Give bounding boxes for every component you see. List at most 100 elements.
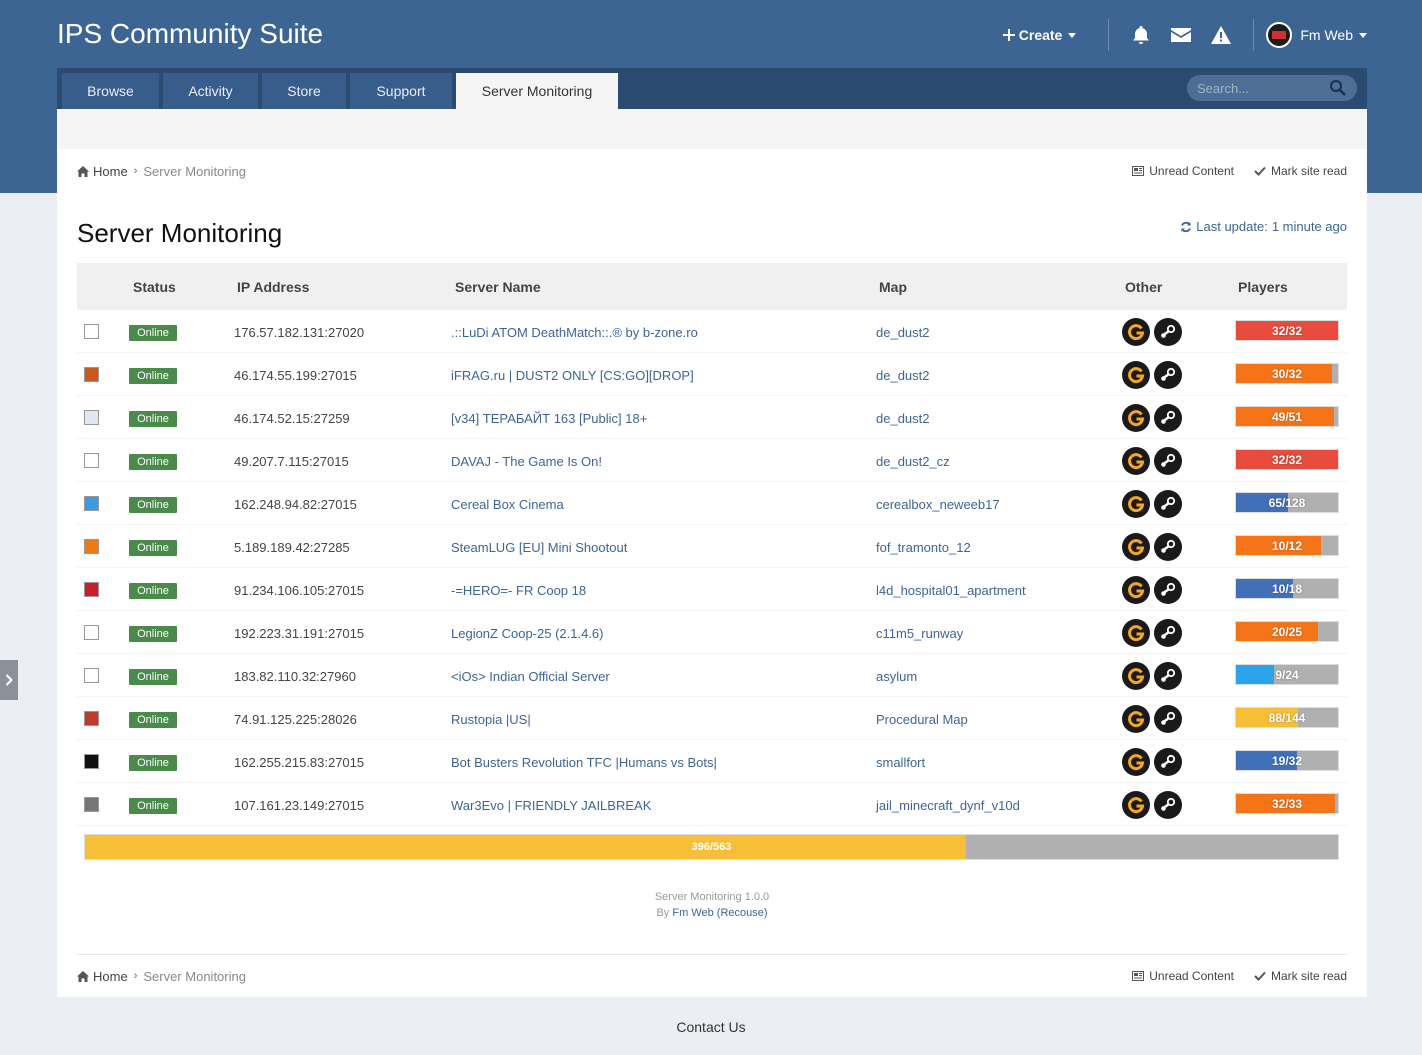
mark-site-read-link[interactable]: Mark site read: [1254, 969, 1347, 983]
server-name-link[interactable]: -=HERO=- FR Coop 18: [451, 583, 586, 598]
create-label: Create: [1018, 27, 1063, 43]
steam-connect-icon[interactable]: [1154, 791, 1182, 819]
gametracker-icon[interactable]: [1122, 318, 1150, 346]
gametracker-icon[interactable]: [1122, 490, 1150, 518]
tab-browse[interactable]: Browse: [62, 73, 159, 109]
map-link[interactable]: asylum: [876, 669, 917, 684]
avatar[interactable]: [1266, 22, 1293, 48]
steam-connect-icon[interactable]: [1154, 490, 1182, 518]
map-link[interactable]: c11m5_runway: [876, 626, 963, 641]
gametracker-icon[interactable]: [1122, 404, 1150, 432]
user-menu[interactable]: Fm Web: [1300, 27, 1367, 43]
gametracker-icon[interactable]: [1122, 619, 1150, 647]
last-update: Last update: 1 minute ago: [1180, 219, 1347, 234]
map-link[interactable]: de_dust2: [876, 368, 930, 383]
newspaper-icon: [1132, 971, 1145, 981]
chevron-right-icon: ›: [133, 970, 138, 982]
players-count: 32/32: [1271, 452, 1303, 467]
steam-connect-icon[interactable]: [1154, 533, 1182, 561]
map-link[interactable]: l4d_hospital01_apartment: [876, 583, 1026, 598]
players-bar: 32/32: [1235, 449, 1339, 470]
steam-connect-icon[interactable]: [1154, 361, 1182, 389]
breadcrumb-home[interactable]: Home: [77, 164, 128, 179]
steam-connect-icon[interactable]: [1154, 619, 1182, 647]
gametracker-icon[interactable]: [1122, 447, 1150, 475]
server-name-link[interactable]: SteamLUG [EU] Mini Shootout: [451, 540, 627, 555]
steam-connect-icon[interactable]: [1154, 318, 1182, 346]
map-link[interactable]: jail_minecraft_dynf_v10d: [876, 798, 1020, 813]
server-name-link[interactable]: Rustopia |US|: [451, 712, 531, 727]
map-link[interactable]: cerealbox_neweeb17: [876, 497, 1000, 512]
ip-address: 183.82.110.32:27960: [234, 669, 356, 684]
envelope-icon[interactable]: [1169, 23, 1193, 47]
server-name-link[interactable]: Cereal Box Cinema: [451, 497, 564, 512]
steam-connect-icon[interactable]: [1154, 705, 1182, 733]
credit-author-link[interactable]: Fm Web: [672, 907, 713, 919]
breadcrumb-actions-bottom: Unread Content Mark site read: [1132, 966, 1347, 986]
breadcrumb-home[interactable]: Home: [77, 969, 128, 984]
mark-site-read-label: Mark site read: [1270, 969, 1347, 983]
cs-icon: [84, 324, 99, 339]
tab-server-monitoring[interactable]: Server Monitoring: [456, 73, 618, 109]
column-header-ip: IP Address: [237, 279, 310, 295]
server-name-link[interactable]: iFRAG.ru | DUST2 ONLY [CS:GO][DROP]: [451, 368, 694, 383]
map-link[interactable]: Procedural Map: [876, 712, 968, 727]
table-row: Online 176.57.182.131:27020 .::LuDi ATOM D…: [77, 310, 1347, 353]
steam-connect-icon[interactable]: [1154, 748, 1182, 776]
cs-source-icon: [84, 410, 99, 425]
create-button[interactable]: Create: [1002, 27, 1077, 43]
status-badge: Online: [129, 798, 177, 814]
map-link[interactable]: fof_tramonto_12: [876, 540, 971, 555]
server-name-link[interactable]: DAVAJ - The Game Is On!: [451, 454, 602, 469]
ip-address: 192.223.31.191:27015: [234, 626, 365, 641]
main-nav: Browse Activity Store Support Server Mon…: [57, 68, 1367, 109]
steam-connect-icon[interactable]: [1154, 404, 1182, 432]
unread-content-link[interactable]: Unread Content: [1132, 164, 1234, 178]
players-bar: 19/32: [1235, 750, 1339, 771]
map-link[interactable]: de_dust2: [876, 325, 930, 340]
search-input[interactable]: [1197, 80, 1317, 96]
server-name-link[interactable]: Bot Busters Revolution TFC |Humans vs Bo…: [451, 755, 717, 770]
steam-connect-icon[interactable]: [1154, 662, 1182, 690]
tab-store[interactable]: Store: [262, 73, 346, 109]
gametracker-icon[interactable]: [1122, 748, 1150, 776]
bell-icon[interactable]: [1129, 23, 1153, 47]
contact-us-link[interactable]: Contact Us: [0, 1019, 1422, 1035]
map-link[interactable]: de_dust2_cz: [876, 454, 950, 469]
gametracker-icon[interactable]: [1122, 705, 1150, 733]
tab-activity[interactable]: Activity: [163, 73, 258, 109]
table-header: Status IP Address Server Name Map Other …: [77, 263, 1347, 310]
players-count: 30/32: [1271, 366, 1303, 381]
refresh-icon[interactable]: [1180, 221, 1192, 233]
warning-icon[interactable]: [1209, 23, 1233, 47]
search-icon[interactable]: [1329, 79, 1347, 97]
gametracker-icon[interactable]: [1122, 576, 1150, 604]
home-icon: [77, 165, 89, 177]
steam-connect-icon[interactable]: [1154, 576, 1182, 604]
server-name-link[interactable]: [v34] ТЕРАБАЙТ 163 [Public] 18+: [451, 411, 647, 426]
steam-connect-icon[interactable]: [1154, 447, 1182, 475]
site-title[interactable]: IPS Community Suite: [57, 18, 323, 50]
tab-support[interactable]: Support: [350, 73, 452, 109]
chevron-right-icon: ›: [133, 165, 138, 177]
table-row: Online 5.189.189.42:27285 SteamLUG [EU] Mi…: [77, 525, 1347, 568]
mark-site-read-link[interactable]: Mark site read: [1254, 164, 1347, 178]
players-bar: 65/128: [1235, 492, 1339, 513]
map-link[interactable]: de_dust2: [876, 411, 930, 426]
gametracker-icon[interactable]: [1122, 791, 1150, 819]
server-name-link[interactable]: LegionZ Coop-25 (2.1.4.6): [451, 626, 603, 641]
gametracker-icon[interactable]: [1122, 662, 1150, 690]
gametracker-icon[interactable]: [1122, 361, 1150, 389]
players-count: 32/32: [1271, 323, 1303, 338]
map-link[interactable]: smallfort: [876, 755, 925, 770]
unread-content-link[interactable]: Unread Content: [1132, 969, 1234, 983]
side-panel-toggle[interactable]: [0, 660, 18, 700]
column-header-players: Players: [1238, 279, 1288, 295]
check-icon: [1254, 971, 1266, 981]
rust-icon: [84, 711, 99, 726]
server-name-link[interactable]: .::LuDi ATOM DeathMatch::.® by b-zone.ro: [451, 325, 698, 340]
server-name-link[interactable]: <iOs> Indian Official Server: [451, 669, 610, 684]
gametracker-icon[interactable]: [1122, 533, 1150, 561]
server-name-link[interactable]: War3Evo | FRIENDLY JAILBREAK: [451, 798, 651, 813]
credit-author-alt[interactable]: (Recouse): [717, 907, 768, 919]
